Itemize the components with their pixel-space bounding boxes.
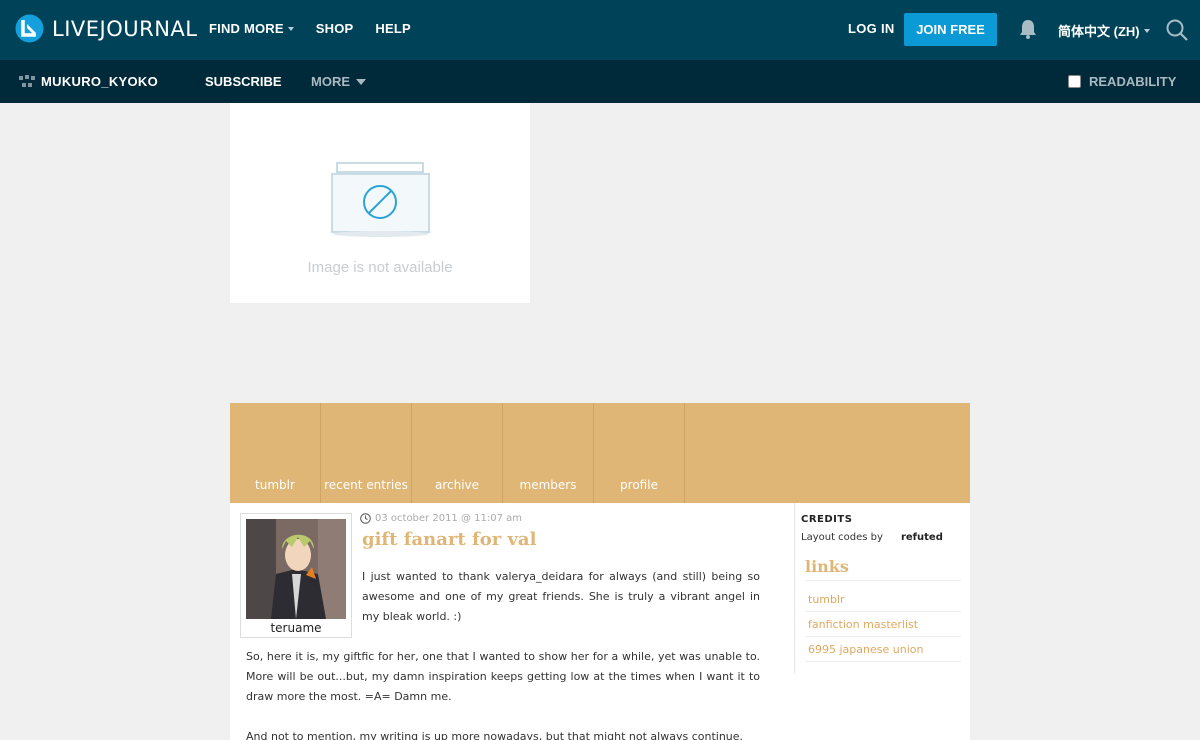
journal-content: teruame 03 october 2011 @ 11:07 am gift … <box>230 503 970 740</box>
credits-author-link[interactable]: refuted <box>901 532 943 543</box>
journal-nav-recent-entries[interactable]: recent entries <box>321 403 412 503</box>
language-label: 简体中文 (ZH) <box>1058 24 1140 39</box>
journal-nav-label: tumblr <box>255 478 295 492</box>
more-menu[interactable]: MORE <box>311 74 366 89</box>
journal-nav-label: members <box>519 478 577 492</box>
broken-image-icon <box>331 162 430 237</box>
chevron-down-icon <box>287 26 294 31</box>
userpic-name: teruame <box>270 621 322 635</box>
journal-bar: MUKURO_KYOKO SUBSCRIBE MORE READABILITY <box>0 60 1200 103</box>
sidebar-link-fanfiction-masterlist[interactable]: fanfiction masterlist <box>805 612 961 637</box>
nav-shop[interactable]: SHOP <box>316 21 354 36</box>
join-free-button[interactable]: JOIN FREE <box>904 13 997 46</box>
journal-nav-profile[interactable]: profile <box>594 403 685 503</box>
journal-nav-label: archive <box>434 478 480 492</box>
nav-find-more-label: FIND MORE <box>209 21 284 36</box>
image-unavailable-text: Image is not available <box>307 259 453 276</box>
community-icon <box>19 74 35 87</box>
journal-nav-archive[interactable]: archive <box>412 403 503 503</box>
search-icon[interactable] <box>1165 18 1189 42</box>
sidebar-link-6995-japanese-union[interactable]: 6995 japanese union <box>805 637 961 662</box>
livejournal-logo-icon <box>15 14 44 43</box>
journal-nav-label: profile <box>620 478 658 492</box>
post-paragraph: I just wanted to thank valerya_deidara f… <box>362 570 760 623</box>
credits-heading: CREDITS <box>801 514 853 525</box>
more-label: MORE <box>311 74 350 89</box>
nav-shop-label: SHOP <box>315 21 354 36</box>
logo-text: LIVEJOURNAL <box>52 16 198 41</box>
chevron-down-icon <box>356 78 366 85</box>
links-heading: links <box>805 557 961 581</box>
image-unavailable-placeholder: Image is not available <box>230 103 530 303</box>
login-link[interactable]: LOG IN <box>848 21 895 36</box>
sidebar-link-tumblr[interactable]: tumblr <box>805 587 961 612</box>
readability-label: READABILITY <box>1089 74 1177 89</box>
post-title[interactable]: gift fanart for val <box>362 529 536 550</box>
post-date-text: 03 october 2011 @ 11:07 am <box>375 513 523 524</box>
journal-nav-tumblr[interactable]: tumblr <box>230 403 321 503</box>
journal-user[interactable]: MUKURO_KYOKO <box>19 74 158 89</box>
userpic-frame[interactable]: teruame <box>240 513 352 638</box>
journal-nav-label: recent entries <box>324 478 408 492</box>
journal-nav: tumblr recent entries archive members pr… <box>230 403 970 503</box>
clock-icon <box>360 513 371 524</box>
subscribe-button[interactable]: SUBSCRIBE <box>205 74 282 89</box>
journal-username: MUKURO_KYOKO <box>41 74 158 89</box>
post-date: 03 october 2011 @ 11:07 am <box>360 513 522 524</box>
credits-line: Layout codes by refuted <box>801 532 943 543</box>
livejournal-logo[interactable]: LIVEJOURNAL <box>15 14 198 43</box>
credits-text: Layout codes by <box>801 532 883 543</box>
post-paragraph: And not to mention, my writing is up mor… <box>246 730 744 740</box>
main-nav: FIND MORE SHOP HELP <box>209 21 433 36</box>
readability-checkbox[interactable] <box>1068 75 1081 88</box>
chevron-down-icon <box>1143 28 1150 33</box>
journal-nav-members[interactable]: members <box>503 403 594 503</box>
post-paragraph: So, here it is, my giftfic for her, one … <box>246 650 760 703</box>
nav-find-more[interactable]: FIND MORE <box>209 21 294 36</box>
sidebar: CREDITS Layout codes by refuted links tum… <box>794 503 970 673</box>
readability-toggle[interactable]: READABILITY <box>1068 74 1176 89</box>
userpic-image <box>246 519 346 619</box>
top-navigation-bar: LIVEJOURNAL FIND MORE SHOP HELP LOG IN J… <box>0 0 1200 60</box>
nav-help[interactable]: HELP <box>375 21 410 36</box>
nav-help-label: HELP <box>375 21 411 36</box>
bell-icon[interactable] <box>1017 18 1039 40</box>
language-selector[interactable]: 简体中文 (ZH) <box>1058 21 1150 40</box>
